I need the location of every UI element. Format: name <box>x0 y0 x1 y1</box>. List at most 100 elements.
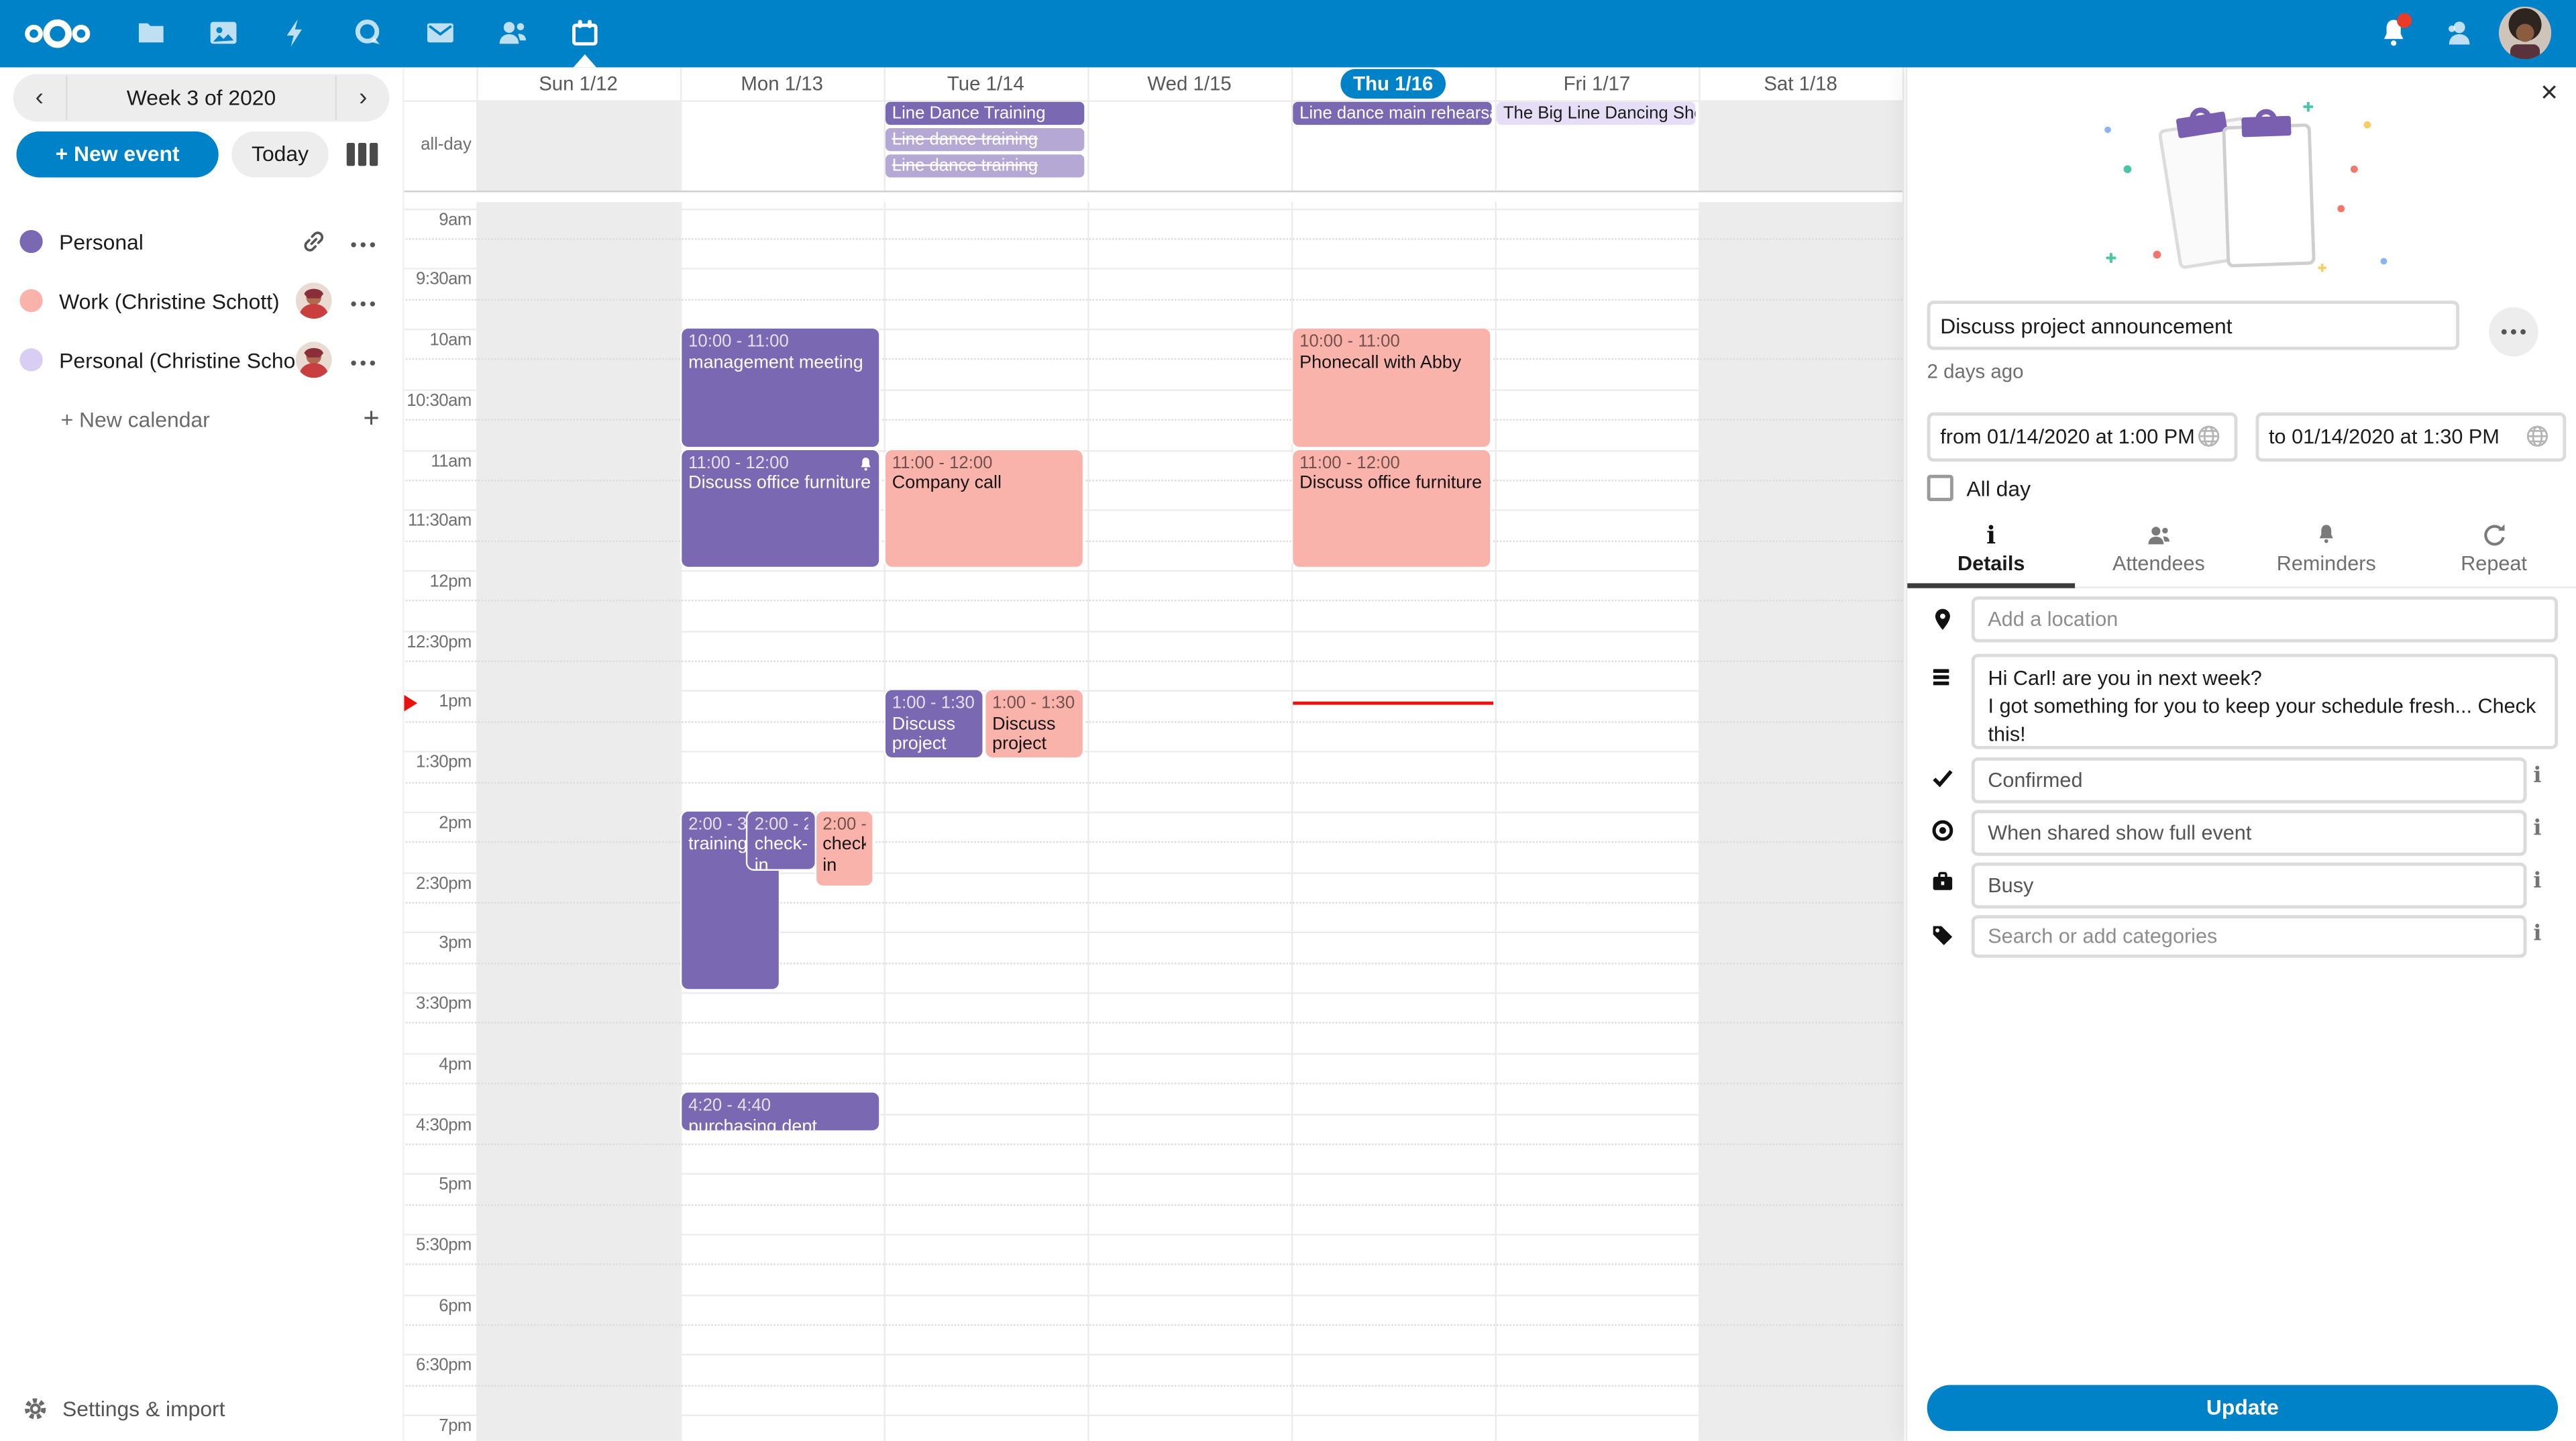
availability-info-icon[interactable]: i <box>2533 869 2541 894</box>
hour-line <box>402 631 1902 632</box>
hour-line <box>402 329 1902 330</box>
sidebar: ‹ Week 3 of 2020 › + New event Today Per… <box>0 67 404 1441</box>
hour-line <box>402 812 1902 813</box>
event-time: 1:00 - 1:30 <box>992 694 1076 715</box>
calendar-list-item[interactable]: Personal (Christine Scho... <box>0 330 402 389</box>
description-textarea[interactable]: Hi Carl! are you in next week? I got som… <box>1972 654 2558 749</box>
timezone-globe-icon[interactable] <box>2525 424 2550 449</box>
categories-input[interactable] <box>1972 915 2527 958</box>
new-event-button[interactable]: + New event <box>16 131 218 178</box>
event[interactable]: 1:00 - 1:30Discuss project announcement <box>885 691 982 758</box>
day-header[interactable]: Thu 1/16 <box>1291 67 1495 100</box>
tab-details[interactable]: i Details <box>1907 515 2075 587</box>
quarter-line <box>402 480 1902 481</box>
day-header[interactable]: Wed 1/15 <box>1087 67 1291 100</box>
calendar-menu-icon[interactable] <box>350 227 380 256</box>
tab-reminders[interactable]: Reminders <box>2243 515 2410 587</box>
today-button[interactable]: Today <box>231 131 328 178</box>
allday-event[interactable]: Line dance main rehearsal <box>1293 102 1491 125</box>
visibility-info-icon[interactable]: i <box>2533 816 2541 841</box>
calendar-color-dot <box>19 348 42 371</box>
event-editor-panel: × <box>1906 67 2576 1441</box>
calendar-list-item[interactable]: Personal <box>0 212 402 271</box>
status-check-icon <box>1931 765 1955 790</box>
tab-attendees[interactable]: Attendees <box>2075 515 2243 587</box>
quarter-line <box>402 1083 1902 1084</box>
all-day-checkbox[interactable] <box>1927 475 1953 501</box>
allday-axis-label: all-day <box>399 135 476 154</box>
event[interactable]: 11:00 - 12:00Discuss office furniture <box>1293 449 1490 567</box>
close-icon[interactable]: × <box>2540 77 2558 107</box>
event[interactable]: 10:00 - 11:00Phonecall with Abby <box>1293 329 1490 446</box>
calendar-menu-icon[interactable] <box>350 345 380 374</box>
day-header[interactable]: Sun 1/12 <box>476 67 680 100</box>
event[interactable]: 4:20 - 4:40purchasing dept <box>682 1093 879 1130</box>
previous-week-button[interactable]: ‹ <box>13 74 66 121</box>
day-header[interactable]: Fri 1/17 <box>1495 67 1699 100</box>
categories-tag-icon <box>1931 923 1955 948</box>
event-actions-button[interactable] <box>2489 307 2538 356</box>
day-header[interactable]: Mon 1/13 <box>680 67 884 100</box>
settings-import[interactable]: Settings & import <box>0 1382 425 1434</box>
hour-line <box>402 449 1902 451</box>
allday-event[interactable]: Line Dance Training <box>885 102 1084 125</box>
event[interactable]: 1:00 - 1:30Discuss project <box>985 691 1082 758</box>
editor-tabs: i Details Attendees <box>1907 515 2576 588</box>
weekend-shading <box>476 100 680 1441</box>
owner-avatar <box>296 282 332 319</box>
day-header[interactable]: Tue 1/14 <box>884 67 1088 100</box>
timezone-globe-icon[interactable] <box>2196 424 2221 449</box>
event[interactable]: 2:00 - 2:30check-in <box>748 812 815 869</box>
talk-icon[interactable] <box>352 16 384 49</box>
quarter-line <box>402 1264 1902 1265</box>
reminders-bell-icon <box>2315 523 2338 545</box>
contacts-icon[interactable] <box>496 16 529 49</box>
topbar <box>0 0 2576 67</box>
share-link-icon[interactable] <box>296 223 332 260</box>
quarter-line <box>402 721 1902 723</box>
availability-select[interactable]: Busy <box>1972 863 2527 909</box>
allday-event[interactable]: Line dance training <box>885 128 1084 151</box>
contacts-menu-icon[interactable] <box>2443 16 2476 49</box>
time-axis-label: 12:30pm <box>399 632 476 651</box>
next-week-button[interactable]: › <box>337 74 389 121</box>
view-toggle-icon[interactable] <box>347 143 378 166</box>
quarter-line <box>402 902 1902 903</box>
time-axis-label: 11am <box>399 451 476 470</box>
day-header[interactable]: Sat 1/18 <box>1699 67 1902 100</box>
event-start-input[interactable] <box>1927 413 2238 462</box>
files-icon[interactable] <box>135 16 168 49</box>
mail-icon[interactable] <box>424 16 457 49</box>
today-header-pill: Thu 1/16 <box>1340 69 1446 99</box>
status-info-icon[interactable]: i <box>2533 764 2541 789</box>
event[interactable]: 2:00 - 2:30check-in <box>816 812 873 886</box>
event[interactable]: 11:00 - 12:00Company call <box>885 449 1083 567</box>
quarter-line <box>402 540 1902 541</box>
user-avatar[interactable] <box>2499 7 2551 59</box>
visibility-select[interactable]: When shared show full event <box>1972 810 2527 856</box>
calendar-list-item[interactable]: Work (Christine Schott) <box>0 271 402 330</box>
activity-icon[interactable] <box>279 16 312 49</box>
calendar-app-icon[interactable] <box>568 16 601 49</box>
categories-info-icon[interactable]: i <box>2533 922 2541 947</box>
time-axis-label: 11:30am <box>399 511 476 531</box>
week-label[interactable]: Week 3 of 2020 <box>66 76 337 120</box>
event-time: 4:20 - 4:40 <box>688 1096 872 1117</box>
new-calendar-button[interactable]: + New calendar+ <box>0 389 402 448</box>
location-pin-icon <box>1931 606 1955 633</box>
description-icon <box>1931 665 1953 688</box>
allday-event[interactable]: The Big Line Dancing Show <box>1497 102 1695 125</box>
status-select[interactable]: Confirmed <box>1972 757 2527 804</box>
tab-repeat[interactable]: Repeat <box>2410 515 2576 587</box>
event-end-input[interactable] <box>2255 413 2566 462</box>
location-input[interactable] <box>1972 596 2558 643</box>
event-title-input[interactable] <box>1927 301 2459 350</box>
event[interactable]: 11:00 - 12:00Discuss office furniture <box>682 449 879 567</box>
allday-event[interactable]: Line dance training <box>885 154 1084 177</box>
calendar-color-dot <box>19 289 42 312</box>
nextcloud-logo[interactable] <box>21 15 94 52</box>
event[interactable]: 10:00 - 11:00management meeting <box>682 329 879 446</box>
calendar-menu-icon[interactable] <box>350 286 380 315</box>
update-button[interactable]: Update <box>1927 1385 2558 1431</box>
photos-icon[interactable] <box>207 16 240 49</box>
